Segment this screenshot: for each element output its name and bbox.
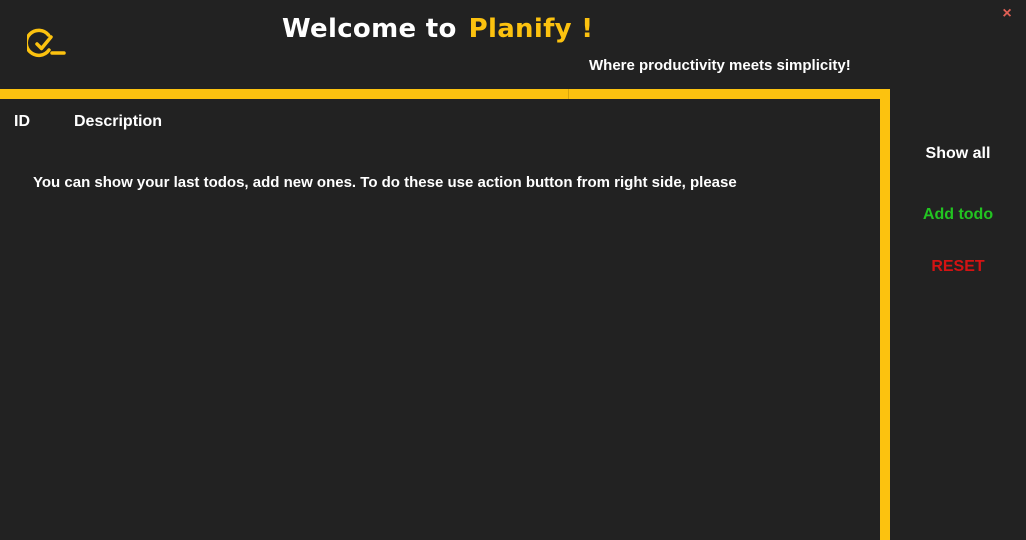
subtitle: Where productivity meets simplicity! <box>589 57 851 74</box>
panel-frame-seam <box>568 89 569 99</box>
add-todo-button[interactable]: Add todo <box>890 206 1026 224</box>
action-sidebar: Show all Add todo RESET <box>890 99 1026 540</box>
page-title: Welcome to Planify ! <box>282 14 593 44</box>
close-icon[interactable]: × <box>1000 4 1014 24</box>
brand-name: Planify ! <box>468 14 594 44</box>
title-prefix: Welcome to <box>282 14 457 44</box>
column-header-id: ID <box>14 113 30 130</box>
check-circle-icon <box>24 26 69 62</box>
empty-state-message: You can show your last todos, add new on… <box>33 174 737 191</box>
panel-frame-top <box>0 89 890 99</box>
show-all-button[interactable]: Show all <box>890 145 1026 163</box>
app-window: Welcome to Planify ! Where productivity m… <box>0 0 1026 540</box>
todo-table-panel: ID Description You can show your last to… <box>0 99 880 540</box>
column-header-description: Description <box>74 113 163 130</box>
reset-button[interactable]: RESET <box>890 258 1026 276</box>
panel-frame-right <box>880 89 890 540</box>
